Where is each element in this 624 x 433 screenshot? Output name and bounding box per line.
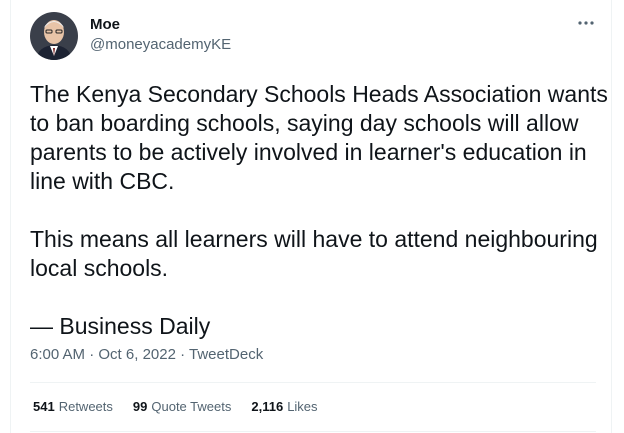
card-right-border [611,0,612,433]
tweet-attribution: — Business Daily [30,313,211,339]
author-handle[interactable]: @moneyacademyKE [90,36,231,54]
retweets-count: 541 [33,399,55,414]
likes-stat[interactable]: 2,116 Likes [251,399,317,415]
tweet-card: Moe @moneyacademyKE The Kenya Secondary … [0,0,624,433]
tweet-stats: 541 Retweets 99 Quote Tweets 2,116 Likes [33,399,338,415]
divider [30,382,596,383]
tweet-text: The Kenya Secondary Schools Heads Associ… [30,80,610,341]
more-dots-icon [578,21,594,25]
tweet-time[interactable]: 6:00 AM [30,346,85,363]
more-options-button[interactable] [570,12,602,34]
likes-label: Likes [287,399,318,414]
author-name[interactable]: Moe [90,16,120,34]
avatar-portrait-icon [30,12,78,60]
tweet-paragraph: This means all learners will have to att… [30,226,598,281]
card-left-border [10,0,11,433]
avatar[interactable] [30,12,78,60]
tweet-date[interactable]: Oct 6, 2022 [98,346,176,363]
quote-tweets-count: 99 [132,399,148,414]
tweet-paragraph: The Kenya Secondary Schools Heads Associ… [30,81,608,194]
divider [30,431,596,432]
likes-count: 2,116 [251,399,284,414]
quote-tweets-label: Quote Tweets [151,399,232,414]
quote-tweets-stat[interactable]: 99 Quote Tweets [133,399,231,415]
tweet-source[interactable]: TweetDeck [189,346,263,363]
retweets-label: Retweets [58,399,113,414]
retweets-stat[interactable]: 541 Retweets [33,399,113,415]
meta-separator: · [85,346,99,363]
meta-separator: · [175,346,190,363]
tweet-metadata: 6:00 AM · Oct 6, 2022 · TweetDeck [30,346,263,364]
